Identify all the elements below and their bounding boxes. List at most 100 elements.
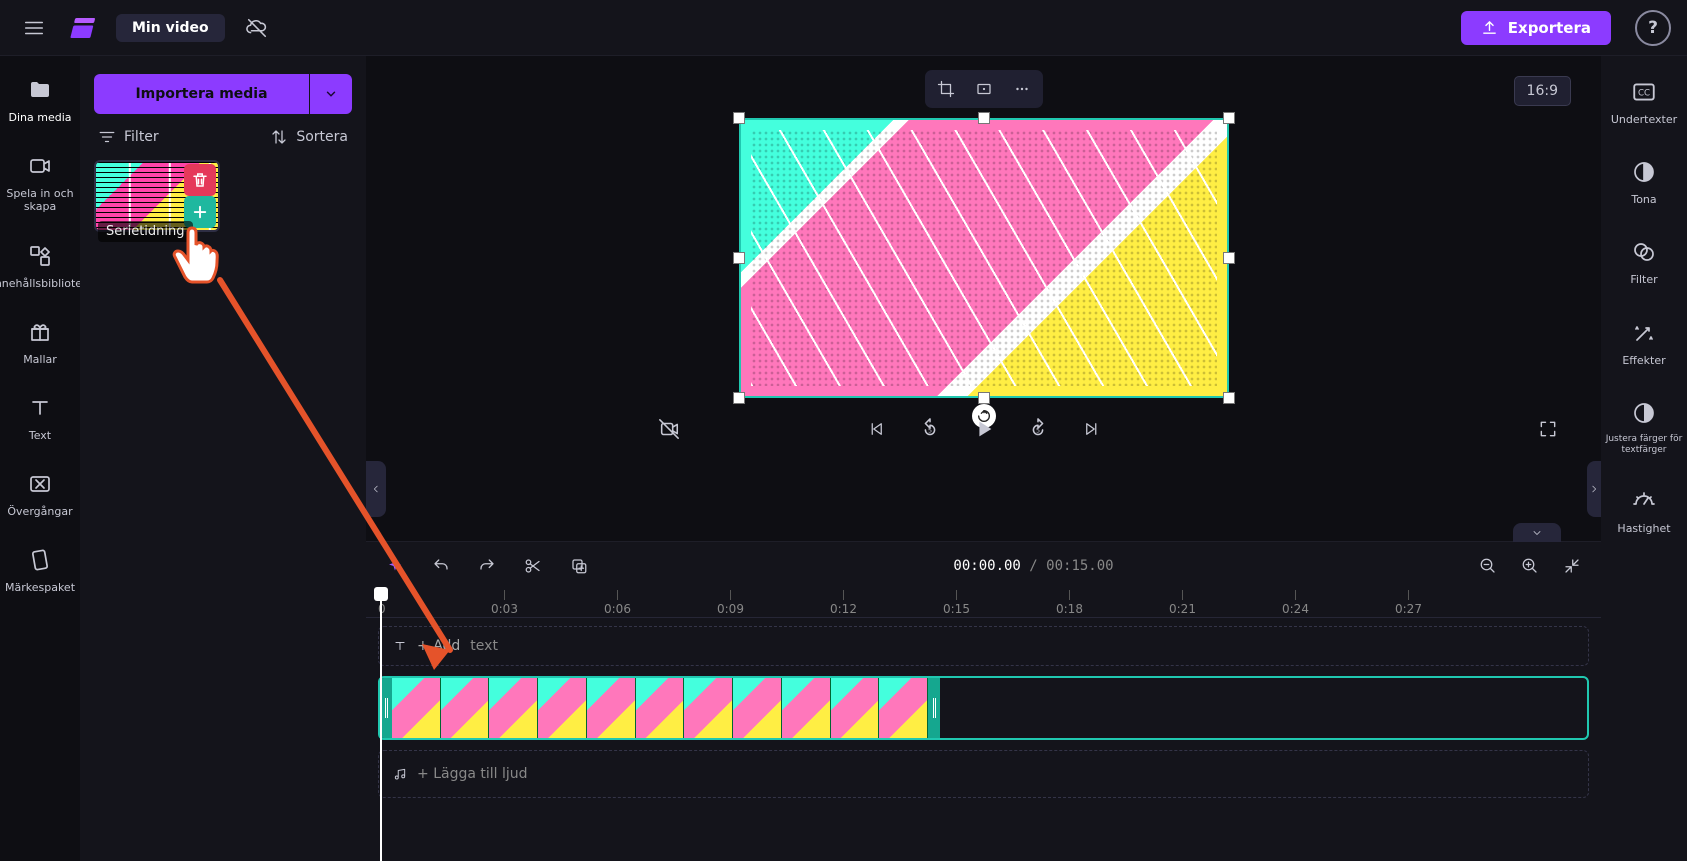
crop-button[interactable] xyxy=(929,74,963,104)
time-tick: 0:27 xyxy=(1395,590,1422,616)
media-clip-name: Serietidning xyxy=(98,221,193,242)
cc-icon: CC xyxy=(1630,78,1658,106)
more-button[interactable] xyxy=(1005,74,1039,104)
camera-icon xyxy=(26,152,54,180)
wand-icon xyxy=(1630,319,1658,347)
skip-fwd-button[interactable]: 5 xyxy=(1025,416,1051,442)
export-label: Exportera xyxy=(1508,19,1591,37)
right-panel: CC Undertexter Tona Filter Effekter Just… xyxy=(1601,56,1687,861)
undo-button[interactable] xyxy=(428,553,454,579)
time-tick: 0:12 xyxy=(830,590,857,616)
zoom-in-button[interactable] xyxy=(1517,553,1543,579)
split-button[interactable] xyxy=(520,553,546,579)
timeline-panel: 00:00.00 / 00:15.00 00:030:060:090:120:1… xyxy=(366,541,1601,861)
preview-canvas[interactable] xyxy=(739,118,1229,398)
skip-start-button[interactable] xyxy=(863,416,889,442)
contrast-icon xyxy=(1630,399,1658,427)
media-clip[interactable]: Serietidning xyxy=(94,160,220,232)
scissors-icon xyxy=(524,557,542,575)
folder-icon xyxy=(26,76,54,104)
help-button[interactable]: ? xyxy=(1635,10,1671,46)
time-tick: 0:15 xyxy=(943,590,970,616)
project-title[interactable]: Min video xyxy=(116,14,225,42)
brand-icon xyxy=(26,546,54,574)
music-icon xyxy=(393,767,407,781)
rpanel-adjust-colors[interactable]: Justera färger för textfärger xyxy=(1604,395,1684,460)
video-track[interactable] xyxy=(378,676,1589,740)
rpanel-filter[interactable]: Filter xyxy=(1604,234,1684,290)
cloud-off-icon[interactable] xyxy=(239,10,275,46)
plus-icon xyxy=(191,203,209,221)
magic-button[interactable] xyxy=(382,553,408,579)
zoom-out-button[interactable] xyxy=(1475,553,1501,579)
export-button[interactable]: Exportera xyxy=(1461,11,1611,45)
skip-next-icon xyxy=(1083,420,1101,438)
replay-5-icon: 5 xyxy=(919,418,941,440)
collapse-right-panel[interactable] xyxy=(1587,461,1601,517)
nav-content-library[interactable]: Innehållsbibliotek xyxy=(5,238,75,294)
resize-handle[interactable] xyxy=(1223,252,1235,264)
svg-text:5: 5 xyxy=(927,427,931,435)
time-tick: 0:21 xyxy=(1169,590,1196,616)
rpanel-subtitles[interactable]: CC Undertexter xyxy=(1604,74,1684,130)
filter-button[interactable]: Filter xyxy=(98,128,159,146)
speed-icon xyxy=(1630,487,1658,515)
clip-trim-right[interactable] xyxy=(928,678,940,738)
camera-off-icon xyxy=(658,418,680,440)
collapse-timeline-button[interactable] xyxy=(1513,523,1561,542)
svg-text:5: 5 xyxy=(1035,427,1039,435)
duplicate-button[interactable] xyxy=(566,553,592,579)
redo-button[interactable] xyxy=(474,553,500,579)
resize-handle[interactable] xyxy=(733,252,745,264)
nav-your-media[interactable]: Dina media xyxy=(5,72,75,128)
nav-text[interactable]: Text xyxy=(5,390,75,446)
zoom-fit-button[interactable] xyxy=(1559,553,1585,579)
time-ruler[interactable]: 00:030:060:090:120:150:180:210:240:27 xyxy=(366,590,1601,618)
audio-track[interactable]: + Lägga till ljud xyxy=(378,750,1589,798)
copy-plus-icon xyxy=(570,557,588,575)
left-nav: Dina media Spela in och skapa Innehållsb… xyxy=(0,56,80,861)
playback-controls: 5 5 xyxy=(366,398,1601,460)
skip-back-button[interactable]: 5 xyxy=(917,416,943,442)
aspect-ratio-button[interactable]: 16:9 xyxy=(1514,76,1571,106)
preview-area: 16:9 5 5 xyxy=(366,56,1601,541)
nav-brand-kit[interactable]: Märkespaket xyxy=(5,542,75,598)
filter-icon xyxy=(98,128,116,146)
resize-handle[interactable] xyxy=(1223,112,1235,124)
delete-clip-button[interactable] xyxy=(184,164,216,196)
clip-trim-left[interactable] xyxy=(380,678,392,738)
skip-previous-icon xyxy=(867,420,885,438)
chevron-down-icon xyxy=(324,87,338,101)
zoom-out-icon xyxy=(1479,557,1497,575)
text-icon xyxy=(393,639,407,653)
fit-icon xyxy=(975,80,993,98)
fullscreen-button[interactable] xyxy=(1535,416,1561,442)
nav-transitions[interactable]: Övergångar xyxy=(5,466,75,522)
video-clip[interactable] xyxy=(380,678,940,738)
rpanel-effects[interactable]: Effekter xyxy=(1604,315,1684,371)
fit-button[interactable] xyxy=(967,74,1001,104)
resize-handle[interactable] xyxy=(733,112,745,124)
fullscreen-icon xyxy=(1538,419,1558,439)
more-icon xyxy=(1013,80,1031,98)
zoom-in-icon xyxy=(1521,557,1539,575)
sort-button[interactable]: Sortera xyxy=(270,128,348,146)
nav-templates[interactable]: Mallar xyxy=(5,314,75,370)
rpanel-fade[interactable]: Tona xyxy=(1604,154,1684,210)
canvas-wrap xyxy=(739,118,1229,398)
nav-record-create[interactable]: Spela in och skapa xyxy=(5,148,75,217)
app-logo-icon xyxy=(66,10,102,46)
text-track[interactable]: + Add text xyxy=(378,626,1589,666)
skip-end-button[interactable] xyxy=(1079,416,1105,442)
import-media-button[interactable]: Importera media xyxy=(94,74,309,114)
rpanel-speed[interactable]: Hastighet xyxy=(1604,483,1684,539)
menu-button[interactable] xyxy=(16,10,52,46)
play-button[interactable] xyxy=(971,416,997,442)
shapes-icon xyxy=(26,242,54,270)
time-tick: 0:18 xyxy=(1056,590,1083,616)
trash-icon xyxy=(191,171,209,189)
transition-icon xyxy=(26,470,54,498)
resize-handle[interactable] xyxy=(978,112,990,124)
preview-off-button[interactable] xyxy=(656,416,682,442)
import-media-dropdown[interactable] xyxy=(310,74,352,114)
